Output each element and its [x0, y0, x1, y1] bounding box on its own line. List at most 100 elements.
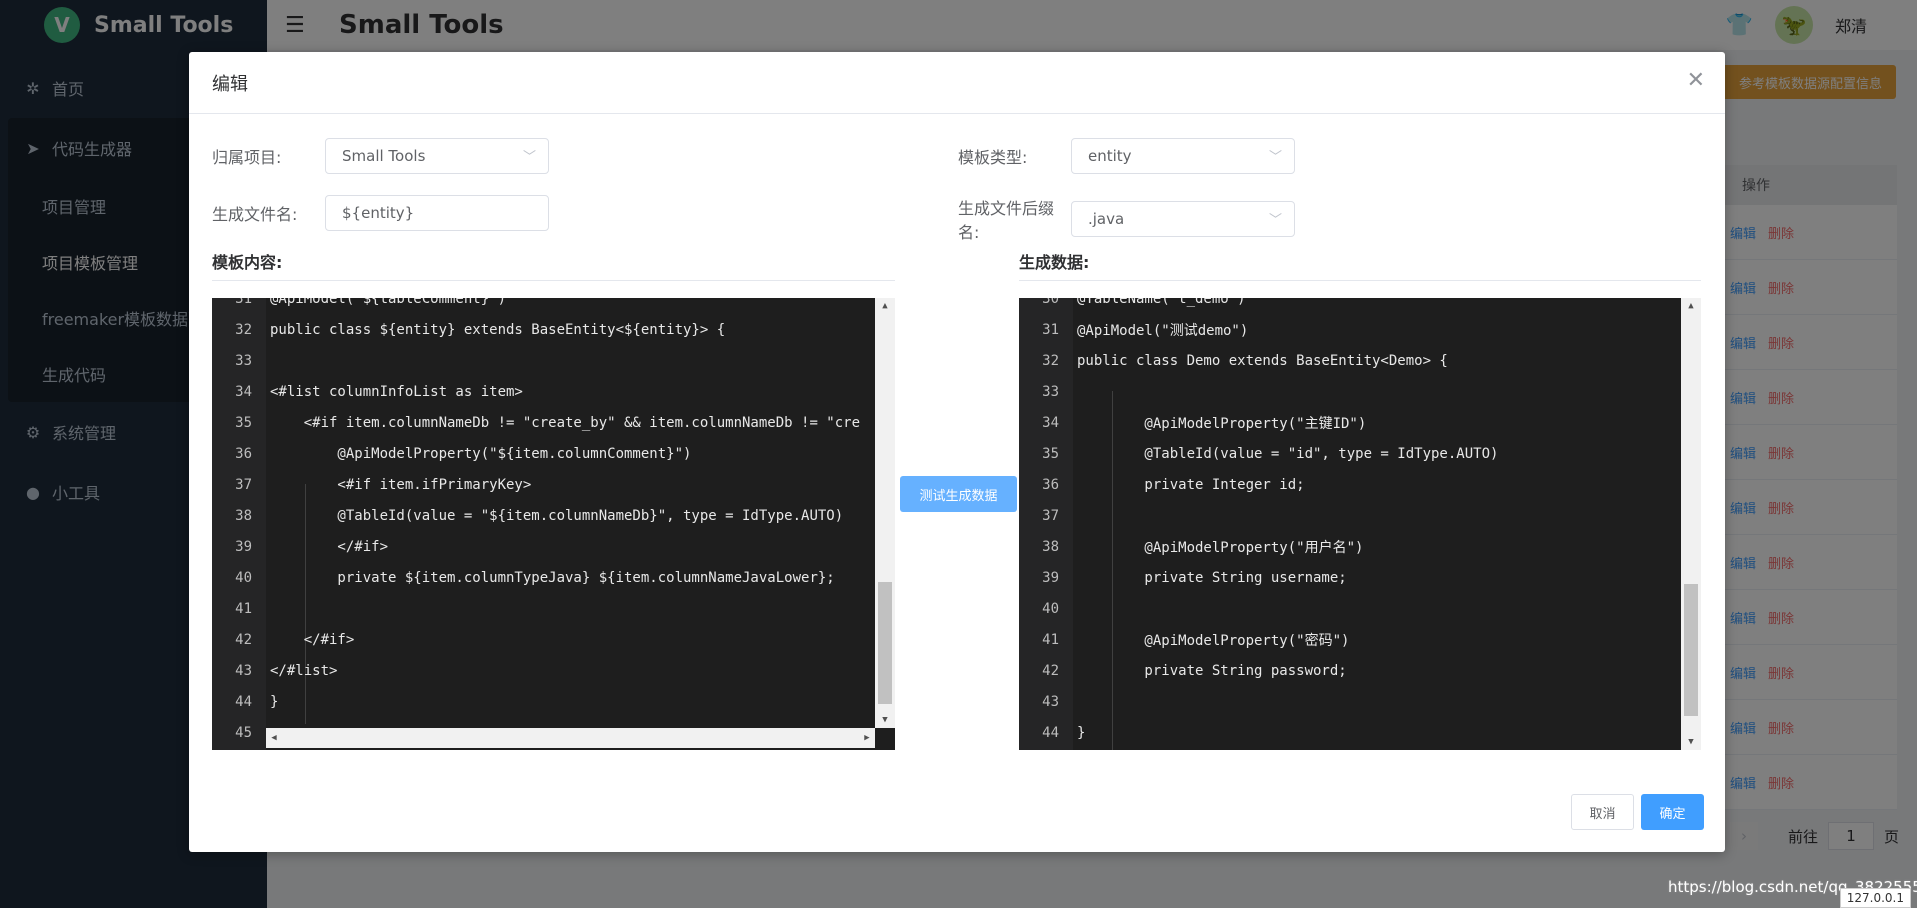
scroll-right-icon[interactable]: ▶ — [859, 728, 875, 748]
file-name-input[interactable]: ${entity} — [325, 195, 549, 231]
line-number: 42 — [235, 631, 252, 648]
code-line: 35 @TableId(value = "id", type = IdType.… — [1019, 438, 1498, 469]
file-name-label: 生成文件名: — [212, 205, 298, 224]
line-number: 33 — [1042, 383, 1059, 400]
code-line: 38 @ApiModelProperty("用户名") — [1019, 531, 1363, 562]
line-number: 41 — [1042, 631, 1059, 648]
divider — [1019, 280, 1701, 281]
line-number: 31 — [1042, 321, 1059, 338]
confirm-label: 确定 — [1659, 806, 1686, 822]
line-number: 38 — [1042, 538, 1059, 555]
test-generate-button[interactable]: 测试生成数据 — [900, 476, 1017, 512]
line-number: 30 — [1042, 298, 1059, 307]
scroll-down-icon[interactable]: ▼ — [875, 712, 895, 728]
dialog-title: 编辑 — [212, 73, 248, 95]
chevron-down-icon: ﹀ — [1268, 213, 1282, 228]
line-number: 42 — [1042, 662, 1059, 679]
line-text: @ApiModelProperty("用户名") — [1077, 539, 1364, 556]
template-content-label: 模板内容: — [212, 253, 283, 272]
form-row-file-name: 生成文件名: ${entity} — [189, 195, 549, 231]
generated-code-editor[interactable]: 30 @TableName("t_demo") 31 @ApiModel("测试dem… — [1019, 298, 1701, 750]
line-number: 44 — [235, 693, 252, 710]
line-number: 43 — [1042, 693, 1059, 710]
code-line: 40 — [1019, 593, 1077, 624]
line-number: 38 — [235, 507, 252, 524]
line-text: <#list columnInfoList as item> — [270, 383, 523, 400]
project-select[interactable]: Small Tools ﹀ — [325, 138, 549, 174]
line-text: @TableName("t_demo") — [1077, 298, 1246, 307]
scrollbar-thumb[interactable] — [1684, 584, 1698, 716]
line-number: 34 — [1042, 414, 1059, 431]
code-line: 39 </#if> — [212, 531, 388, 562]
code-line: 42 </#if> — [212, 624, 354, 655]
code-line: 43 </#list> — [212, 655, 337, 686]
line-text: @ApiModelProperty("${item.columnComment}… — [270, 445, 692, 462]
horizontal-scrollbar[interactable]: ◀ ▶ — [266, 728, 875, 748]
code-line: 30 @TableName("t_demo") — [1019, 298, 1246, 314]
test-generate-label: 测试生成数据 — [919, 488, 998, 504]
scroll-left-icon[interactable]: ◀ — [266, 728, 282, 748]
divider — [212, 280, 895, 281]
file-name-input-value: ${entity} — [342, 204, 415, 222]
template-type-label: 模板类型: — [958, 148, 1028, 167]
close-icon[interactable]: ✕ — [1687, 70, 1705, 92]
code-line: 44} — [212, 686, 278, 717]
line-text: } — [270, 693, 279, 710]
chevron-down-icon: ﹀ — [522, 150, 536, 165]
line-text: @TableId(value = "${item.columnNameDb}",… — [270, 507, 844, 524]
line-text: private Integer id; — [1077, 476, 1305, 493]
line-number: 37 — [1042, 507, 1059, 524]
code-line: 31 @ApiModel("${tableComment}") — [212, 298, 506, 314]
scroll-up-icon[interactable]: ▲ — [875, 298, 895, 314]
line-text: @ApiModel("测试demo") — [1077, 322, 1249, 339]
code-line: 45 — [212, 717, 270, 748]
form-row-file-suffix: 生成文件后缀名: .java ﹀ — [935, 195, 1295, 243]
line-text: public class ${entity} extends BaseEntit… — [270, 321, 726, 338]
code-line: 36 @ApiModelProperty("${item.columnComme… — [212, 438, 691, 469]
line-number: 45 — [235, 724, 252, 741]
line-number: 35 — [1042, 445, 1059, 462]
line-number: 44 — [1042, 724, 1059, 741]
code-line: 34 @ApiModelProperty("主键ID") — [1019, 407, 1366, 438]
ip-badge: 127.0.0.1 — [1839, 888, 1911, 908]
line-text: private String password; — [1077, 662, 1347, 679]
line-number: 32 — [1042, 352, 1059, 369]
form-row-template-type: 模板类型: entity ﹀ — [935, 138, 1295, 174]
line-text: @ApiModel("${tableComment}") — [270, 298, 507, 307]
line-number: 43 — [235, 662, 252, 679]
template-type-select[interactable]: entity ﹀ — [1071, 138, 1295, 174]
scrollbar-thumb[interactable] — [878, 582, 892, 704]
line-text: <#if item.columnNameDb != "create_by" &&… — [270, 414, 861, 431]
code-line: 43 — [1019, 686, 1077, 717]
code-line: 44} — [1019, 717, 1085, 748]
vertical-scrollbar[interactable]: ▲ ▼ — [875, 298, 895, 728]
scroll-down-icon[interactable]: ▼ — [1681, 734, 1701, 750]
confirm-button[interactable]: 确定 — [1641, 794, 1704, 830]
code-line: 31 @ApiModel("测试demo") — [1019, 314, 1248, 345]
line-number: 34 — [235, 383, 252, 400]
line-number: 35 — [235, 414, 252, 431]
code-line: 42 private String password; — [1019, 655, 1347, 686]
template-code-editor[interactable]: 31 @ApiModel("${tableComment}") 32 public c… — [212, 298, 895, 750]
code-line: 32 public class Demo extends BaseEntity<D… — [1019, 345, 1448, 376]
line-text: @TableId(value = "id", type = IdType.AUT… — [1077, 445, 1499, 462]
code-line: 36 private Integer id; — [1019, 469, 1305, 500]
line-text: public class Demo extends BaseEntity<Dem… — [1077, 352, 1448, 369]
line-text: private ${item.columnTypeJava} ${item.co… — [270, 569, 835, 586]
file-suffix-select[interactable]: .java ﹀ — [1071, 201, 1295, 237]
line-number: 32 — [235, 321, 252, 338]
code-line: 41 @ApiModelProperty("密码") — [1019, 624, 1349, 655]
line-number: 31 — [235, 298, 252, 307]
code-line: 39 private String username; — [1019, 562, 1347, 593]
cancel-button[interactable]: 取消 — [1571, 794, 1634, 830]
code-line: 33 — [212, 345, 270, 376]
line-number: 41 — [235, 600, 252, 617]
file-suffix-label: 生成文件后缀名: — [958, 199, 1055, 242]
dialog-header: 编辑 — [189, 52, 1725, 114]
code-line: 33 — [1019, 376, 1077, 407]
code-line: 37 — [1019, 500, 1077, 531]
form-row-project: 归属项目: Small Tools ﹀ — [189, 138, 549, 174]
vertical-scrollbar[interactable]: ▲ ▼ — [1681, 298, 1701, 750]
scroll-up-icon[interactable]: ▲ — [1681, 298, 1701, 314]
line-number: 40 — [235, 569, 252, 586]
